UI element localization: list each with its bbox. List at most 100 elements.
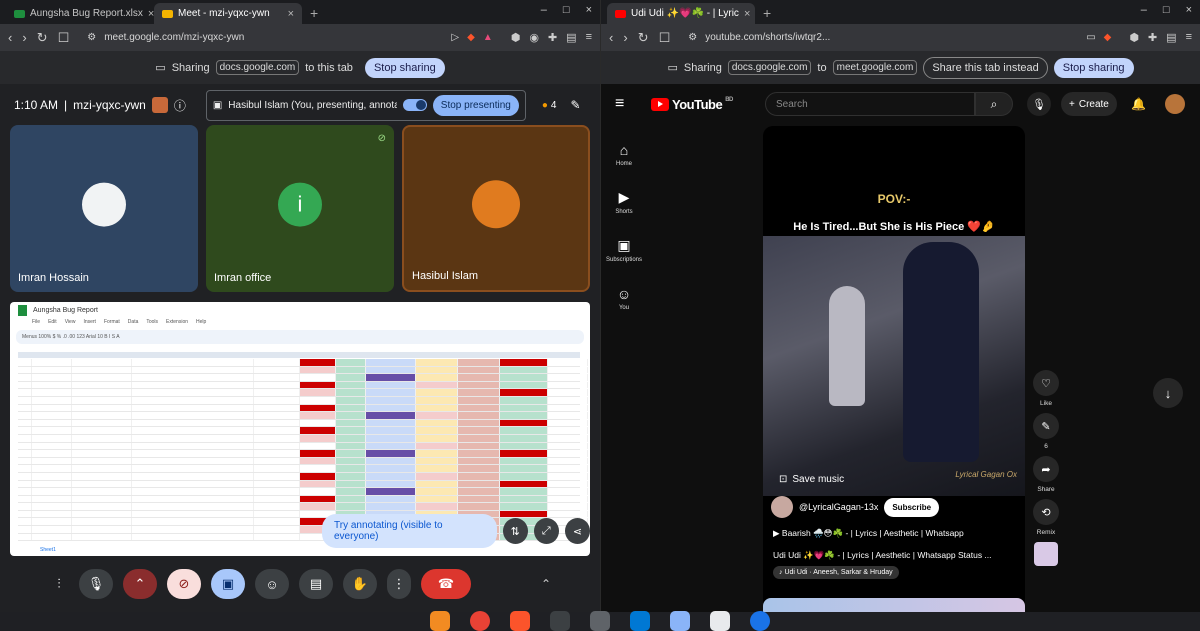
camera-icon[interactable]: ◉	[529, 31, 539, 44]
close-window-icon[interactable]: ×	[586, 4, 592, 16]
menu-extension[interactable]: Extension	[166, 319, 188, 328]
rewards-icon[interactable]: ▲	[483, 32, 493, 43]
terminal-icon[interactable]	[550, 611, 570, 631]
menu-file[interactable]: File	[32, 319, 40, 328]
bookmark-icon[interactable]: ☐	[58, 30, 70, 46]
participant-tile[interactable]: Imran Hossain	[10, 125, 198, 292]
video-title[interactable]: Udi Udi ✨💗☘️ - | Lyrics | Aesthetic | Wh…	[773, 550, 1013, 561]
save-music-button[interactable]: ⊡ Save music	[779, 474, 844, 485]
menu-insert[interactable]: Insert	[83, 319, 96, 328]
help-icon[interactable]	[750, 611, 770, 631]
address-bar[interactable]: ⚙ youtube.com/shorts/iwtqr2... ▭ ◆	[680, 27, 1119, 48]
raise-hand-button[interactable]: ✋	[342, 569, 377, 599]
sidebar-icon[interactable]: ▤	[566, 31, 576, 44]
sidebar-item-shorts[interactable]: ▶ Shorts	[601, 178, 647, 226]
more-options-button[interactable]: ⋮	[386, 569, 411, 599]
reload-icon[interactable]: ↻	[37, 30, 48, 46]
comment-icon[interactable]: ✎	[1033, 413, 1059, 439]
cast-icon[interactable]: ▭	[1086, 32, 1095, 43]
close-icon[interactable]: ×	[744, 8, 750, 20]
try-annotating-button[interactable]: Try annotating (visible to everyone)	[322, 514, 497, 548]
maximize-icon[interactable]: □	[1163, 4, 1170, 16]
sound-thumbnail[interactable]	[1034, 542, 1058, 566]
participant-tile[interactable]: i ⊘ Imran office	[206, 125, 394, 292]
share-icon[interactable]: ⋖	[564, 518, 590, 544]
sidebar-item-you[interactable]: ☺ You	[601, 274, 647, 322]
reload-icon[interactable]: ↻	[638, 30, 649, 46]
stop-sharing-button[interactable]: Stop sharing	[364, 57, 445, 78]
menu-tools[interactable]: Tools	[146, 319, 158, 328]
vscode-icon[interactable]	[630, 611, 650, 631]
emoji-button[interactable]: ☺	[254, 569, 289, 599]
account-avatar[interactable]	[1165, 94, 1185, 114]
brave-icon[interactable]	[510, 611, 530, 631]
tab-meet[interactable]: Meet - mzi-yqxc-ywn ×	[154, 3, 302, 24]
app-icon[interactable]	[710, 611, 730, 631]
forward-icon[interactable]: ›	[623, 30, 627, 45]
participants-button[interactable]: ● 4	[542, 100, 557, 111]
stop-presenting-button[interactable]: Stop presenting	[432, 94, 519, 116]
site-info-icon[interactable]: ⚙	[87, 32, 96, 43]
firefox-icon[interactable]	[430, 611, 450, 631]
share-icon[interactable]: ➦	[1033, 456, 1059, 482]
create-button[interactable]: + Create	[1061, 92, 1117, 116]
chevron-up-icon[interactable]: ⌃	[541, 577, 551, 591]
search-input[interactable]: Search	[765, 92, 975, 116]
menu-edit[interactable]: Edit	[48, 319, 57, 328]
back-icon[interactable]: ‹	[8, 30, 12, 45]
cast-icon[interactable]: ▷	[451, 32, 459, 43]
present-button[interactable]: ▣	[210, 569, 245, 599]
sheet-tab[interactable]: Sheet1	[40, 547, 56, 553]
menu-view[interactable]: View	[65, 319, 76, 328]
menu-help[interactable]: Help	[196, 319, 206, 328]
menu-format[interactable]: Format	[104, 319, 120, 328]
pen-icon[interactable]: ✎	[570, 98, 580, 112]
sidebar-item-subscriptions[interactable]: ▣ Subscriptions	[601, 226, 647, 274]
files-icon[interactable]	[590, 611, 610, 631]
sidebar-icon[interactable]: ▤	[1166, 31, 1176, 44]
info-icon[interactable]: ⓘ	[174, 97, 186, 114]
menu-icon[interactable]: ≡	[586, 31, 592, 44]
end-call-button[interactable]: ☎	[420, 569, 471, 599]
expand-icon[interactable]: ⤢	[533, 518, 559, 544]
site-info-icon[interactable]: ⚙	[688, 32, 697, 43]
song-chip[interactable]: ♪ Udi Udi · Aneesh, Sarkar & Hruday	[773, 566, 899, 579]
participant-tile[interactable]: Hasibul Islam	[402, 125, 590, 292]
channel-avatar[interactable]	[771, 496, 793, 518]
brave-shield-icon[interactable]: ◆	[1104, 32, 1112, 43]
stop-sharing-button[interactable]: Stop sharing	[1053, 57, 1134, 78]
captions-button[interactable]: ▤	[298, 569, 333, 599]
back-icon[interactable]: ‹	[609, 30, 613, 45]
forward-icon[interactable]: ›	[22, 30, 26, 45]
short-video-player[interactable]: POV:- He Is Tired...But She is His Piece…	[763, 126, 1025, 612]
brave-shield-icon[interactable]: ◆	[467, 32, 475, 43]
extension-icon[interactable]: ⬢	[511, 31, 521, 44]
tab-bug-report[interactable]: Aungsha Bug Report.xlsx ×	[6, 3, 154, 24]
next-short-arrow-icon[interactable]: ↓	[1153, 378, 1183, 408]
spreadsheet-grid[interactable]	[18, 352, 588, 542]
new-tab-button[interactable]: +	[755, 5, 779, 24]
host-controls-icon[interactable]	[151, 97, 168, 113]
extension-icon[interactable]: ⬢	[1129, 31, 1139, 44]
notifications-bell-icon[interactable]: 🔔	[1131, 97, 1146, 111]
close-window-icon[interactable]: ×	[1186, 4, 1192, 16]
new-tab-button[interactable]: +	[302, 5, 326, 24]
bookmark-icon[interactable]: ☐	[659, 30, 671, 46]
address-bar[interactable]: ⚙ meet.google.com/mzi-yqxc-ywn ▷ ◆ ▲	[79, 27, 500, 48]
share-this-tab-button[interactable]: Share this tab instead	[923, 56, 1048, 79]
hamburger-menu-icon[interactable]: ≡	[615, 95, 651, 113]
camera-options-button[interactable]: ⌃	[122, 569, 157, 599]
menu-data[interactable]: Data	[128, 319, 139, 328]
move-icon[interactable]: ⇅	[502, 518, 528, 544]
channel-name[interactable]: @LyricalGagan-13x	[799, 502, 878, 512]
voice-search-icon[interactable]: 🎙	[1027, 92, 1051, 116]
subscribe-button[interactable]: Subscribe	[884, 497, 940, 517]
minimize-icon[interactable]: –	[541, 4, 547, 16]
maximize-icon[interactable]: □	[563, 4, 570, 16]
video-description[interactable]: ▶ Baarish 🌧️😳☘️ - | Lyrics | Aesthetic |…	[773, 528, 1013, 539]
close-icon[interactable]: ×	[288, 8, 294, 20]
search-button[interactable]: ⌕	[975, 92, 1013, 116]
chrome-icon[interactable]	[470, 611, 490, 631]
remix-icon[interactable]: ⟲	[1033, 499, 1059, 525]
puzzle-icon[interactable]: ✚	[1148, 31, 1157, 44]
